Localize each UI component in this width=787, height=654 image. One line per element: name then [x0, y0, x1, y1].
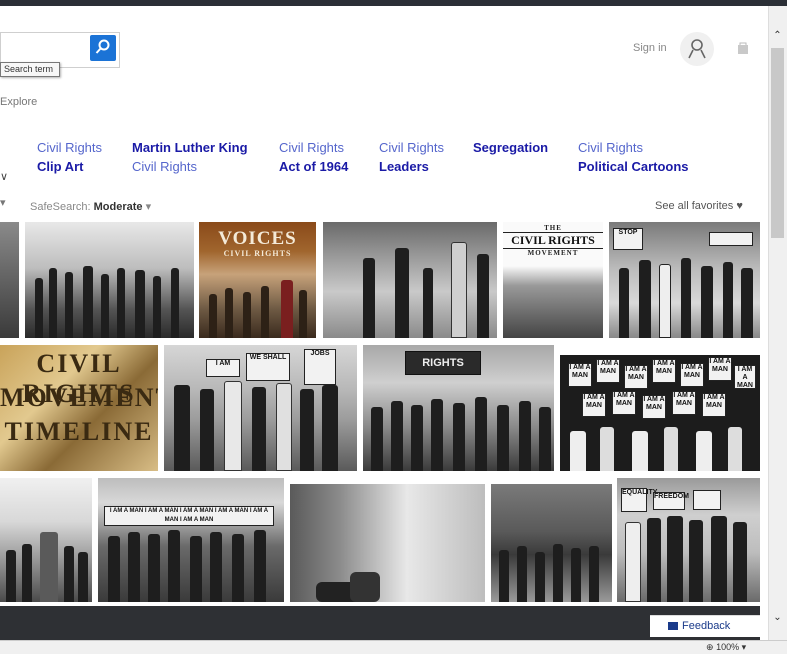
related-item-cartoons[interactable]: Civil Rights Political Cartoons: [578, 138, 689, 176]
related-label: Clip Art: [37, 159, 84, 174]
bottom-bar: [0, 606, 760, 640]
related-label: Civil Rights: [578, 140, 644, 155]
image-result[interactable]: CIVIL RIGHTS MOVEMENT TIMELINE: [0, 345, 158, 471]
favorites-label: See all favorites: [655, 200, 734, 212]
rights-banner: RIGHTS: [405, 351, 481, 375]
image-result[interactable]: [491, 484, 612, 602]
related-item-act-1964[interactable]: Civil Rights Act of 1964: [279, 138, 348, 176]
search-button[interactable]: [90, 35, 116, 61]
related-label: Segregation: [473, 140, 549, 155]
sign-in-link[interactable]: Sign in: [633, 42, 667, 54]
image-result[interactable]: [0, 222, 19, 338]
related-label: Civil Rights: [132, 159, 198, 174]
related-label: Political Cartoons: [578, 159, 689, 174]
related-item-segregation[interactable]: Segregation: [473, 138, 548, 157]
related-label: Martin Luther King: [132, 140, 248, 155]
zoom-control[interactable]: ⊕ 100% ▾: [706, 642, 746, 653]
related-label: Civil Rights: [379, 140, 445, 155]
feedback-label: Feedback: [682, 620, 731, 632]
related-label: Leaders: [379, 159, 429, 174]
image-result[interactable]: [290, 484, 485, 602]
related-label: Civil Rights: [37, 140, 103, 155]
image-result[interactable]: I AM A MAN I AM A MAN I AM A MAN I AM A …: [98, 478, 284, 602]
related-chevron-icon[interactable]: ∨: [0, 170, 8, 183]
filter-chevron-icon[interactable]: ▾: [0, 196, 6, 209]
status-bar: [0, 640, 787, 654]
image-result[interactable]: THE CIVIL RIGHTS MOVEMENT: [503, 222, 603, 338]
search-tooltip: Search term: [0, 62, 60, 77]
avatar-button[interactable]: [680, 32, 714, 66]
voices-title: VOICES: [218, 228, 297, 249]
heart-icon: ♥: [736, 200, 743, 212]
safesearch-value: Moderate: [93, 201, 143, 213]
see-all-favorites-link[interactable]: See all favorites ♥: [655, 200, 743, 212]
zoom-icon: ⊕: [706, 642, 714, 652]
rewards-icon[interactable]: [737, 42, 749, 56]
image-result[interactable]: VOICES CIVIL RIGHTS: [199, 222, 316, 338]
image-result[interactable]: [323, 222, 497, 338]
voices-subtitle: CIVIL RIGHTS: [223, 249, 292, 258]
bing-images-page: Search term Explore Sign in ∨ Civil Righ…: [0, 6, 768, 640]
feedback-icon: [668, 622, 678, 631]
chevron-down-icon: ▾: [145, 201, 152, 213]
scroll-thumb[interactable]: [771, 48, 784, 238]
scroll-down-icon[interactable]: ⌄: [768, 612, 787, 626]
image-result[interactable]: I AM WE SHALL JOBS: [164, 345, 357, 471]
movement-subtitle: MOVEMENT: [527, 249, 579, 257]
movement-title: CIVIL RIGHTS: [503, 232, 603, 249]
user-icon: [688, 39, 706, 59]
image-result[interactable]: I AM A MAN I AM A MAN I AM A MAN I AM A …: [560, 355, 760, 471]
scroll-up-icon[interactable]: ⌃: [768, 30, 787, 44]
search-icon: [95, 39, 110, 54]
image-result[interactable]: [0, 478, 92, 602]
image-result[interactable]: STOP: [609, 222, 760, 338]
related-label: Civil Rights: [279, 140, 345, 155]
related-item-leaders[interactable]: Civil Rights Leaders: [379, 138, 444, 176]
zoom-level: 100%: [716, 642, 740, 652]
related-item-clip-art[interactable]: Civil Rights Clip Art: [37, 138, 102, 176]
related-item-mlk[interactable]: Martin Luther King Civil Rights: [132, 138, 248, 176]
image-result[interactable]: EQUALITY FREEDOM: [617, 478, 760, 602]
movement-the: THE: [544, 224, 562, 232]
image-result[interactable]: RIGHTS: [363, 345, 554, 471]
image-result[interactable]: [25, 222, 194, 338]
safesearch-label: SafeSearch:: [30, 201, 91, 213]
explore-link[interactable]: Explore: [0, 96, 37, 108]
safesearch-filter[interactable]: SafeSearch: Moderate ▾: [30, 200, 151, 213]
chevron-down-icon: ▾: [741, 642, 747, 652]
related-label: Act of 1964: [279, 159, 349, 174]
feedback-button[interactable]: Feedback: [650, 615, 760, 637]
